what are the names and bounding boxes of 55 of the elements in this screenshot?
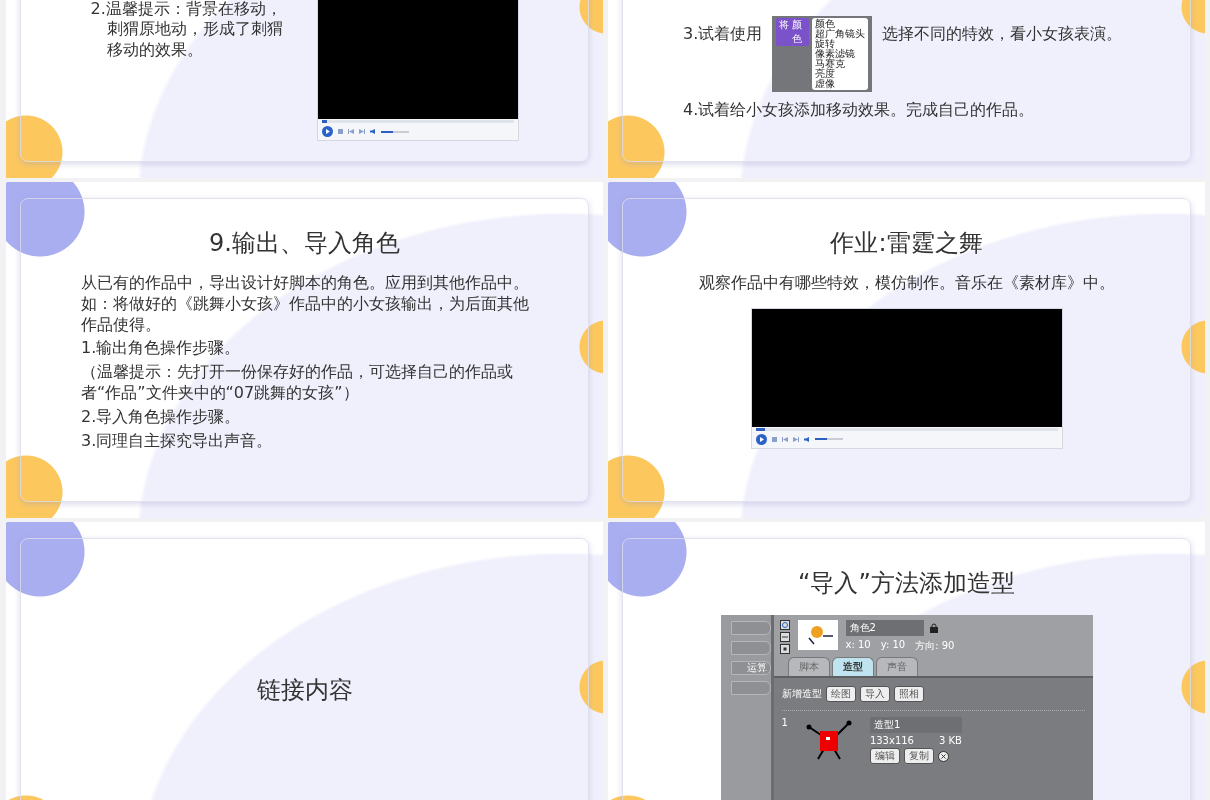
y-coordinate: y: 10 xyxy=(880,639,906,652)
menu-item[interactable]: 颜色 xyxy=(815,19,866,30)
slide[interactable]: 链接内容 xyxy=(6,522,603,800)
slide[interactable]: 作业:雷霆之舞 观察作品中有哪些特效，模仿制作。音乐在《素材库》中。 xyxy=(608,182,1205,518)
tip-text: 2.温馨提示：背景在移动，刺猬原地动，形成了刺猬移动的效果。 xyxy=(90,0,284,61)
body-text: 观察作品中有哪些特效，模仿制作。音乐在《素材库》中。 xyxy=(698,273,1115,294)
slide[interactable]: 3.试着使用 将 颜色 颜色 超广角镜头 旋转 像素滤镜 马赛克 亮度 虚像 选择不同的特效，看小女孩表演。 4.试着给小女孩添加移动效果。完成自己的作品。 xyxy=(608,0,1205,178)
link-text[interactable]: 链接内容 xyxy=(256,674,353,706)
menu-item[interactable]: 超广角镜头 xyxy=(815,29,866,40)
menu-item[interactable]: 像素滤镜 xyxy=(815,49,866,60)
rotate-icon[interactable] xyxy=(779,620,790,630)
flip-icon[interactable] xyxy=(779,632,790,642)
menu-item[interactable]: 亮度 xyxy=(815,69,866,80)
slide-title: 作业:雷霆之舞 xyxy=(830,228,983,259)
slide[interactable]: “导入”方法添加造型 运算 角色2 x: 10 y: 10 方向: 90 脚本 造型 声音 新增造型 绘图 导入 照相 1 造型1 133x116 3 KB 编辑 复制 xyxy=(608,522,1205,800)
body-text: （温馨提示：先打开一份保存好的作品，可选择自己的作品或者“作品”文件夹中的“07跳舞的女孩”） xyxy=(81,362,514,404)
step-text: 3.试着使用 xyxy=(683,24,763,45)
costume-button[interactable]: 复制 xyxy=(903,748,934,764)
volume-slider[interactable] xyxy=(814,438,843,441)
slide[interactable]: 9.输出、导入角色 从已有的作品中，导出设计好脚本的角色。应用到其他作品中。如：将做好的《跳舞小女孩》作品中的小女孩输出，为后面其他作品使得。 1.输出角色操作步骤。 （温馨提示：先打开一份保存好的作品，可选择自己的作品或者“作品”文件夹中的“07跳舞的女孩”） 2.导入角色操作步骤。 3.同理自主探究导出声音。 xyxy=(6,182,603,518)
sprite-name-field[interactable]: 角色2 xyxy=(845,620,924,636)
body-text: 3.同理自主探究导出声音。 xyxy=(81,430,274,452)
costume-number: 1 xyxy=(781,717,788,728)
slide-title: 9.输出、导入角色 xyxy=(209,228,400,259)
costume-action-button[interactable]: 照相 xyxy=(893,686,924,702)
play-icon[interactable] xyxy=(321,126,333,137)
volume-icon[interactable] xyxy=(803,436,810,442)
slide-title: “导入”方法添加造型 xyxy=(798,568,1015,599)
step-text: 选择不同的特效，看小女孩表演。 xyxy=(882,24,1123,45)
seek-bar[interactable] xyxy=(321,120,514,123)
body-text: 2.导入角色操作步骤。 xyxy=(81,406,242,428)
effect-block: 将 颜色 xyxy=(776,18,810,47)
tab[interactable]: 造型 xyxy=(831,657,874,676)
play-icon[interactable] xyxy=(755,433,767,445)
costume-button[interactable]: 编辑 xyxy=(869,748,900,764)
lock-icon[interactable] xyxy=(929,623,938,633)
menu-item[interactable]: 虚像 xyxy=(815,79,866,90)
file-size: 3 KB xyxy=(938,735,962,746)
menu-item[interactable]: 旋转 xyxy=(815,39,866,50)
step-text: 4.试着给小女孩添加移动效果。完成自己的作品。 xyxy=(683,100,1035,121)
costume-action-button[interactable]: 导入 xyxy=(859,686,890,702)
volume-slider[interactable] xyxy=(380,130,409,133)
body-text: 1.输出角色操作步骤。 xyxy=(81,338,242,360)
direction-value: 方向: 90 xyxy=(915,639,955,653)
costume-size: 133x116 xyxy=(869,735,914,746)
costume-action-button[interactable]: 绘图 xyxy=(825,686,856,702)
section-label: 新增造型 xyxy=(781,687,822,701)
seek-bar[interactable] xyxy=(755,427,1058,431)
volume-icon[interactable] xyxy=(369,129,376,134)
x-coordinate: x: 10 xyxy=(845,639,871,652)
delete-icon[interactable] xyxy=(937,750,949,762)
costume-name-field[interactable]: 造型1 xyxy=(869,717,962,733)
slide[interactable]: 2.温馨提示：背景在移动，刺猬原地动，形成了刺猬移动的效果。 xyxy=(6,0,603,178)
lock-rotation-icon[interactable] xyxy=(779,644,790,654)
body-text: 从已有的作品中，导出设计好脚本的角色。应用到其他作品中。如：将做好的《跳舞小女孩》作品中的小女孩输出，为后面其他作品使得。 xyxy=(81,273,530,336)
